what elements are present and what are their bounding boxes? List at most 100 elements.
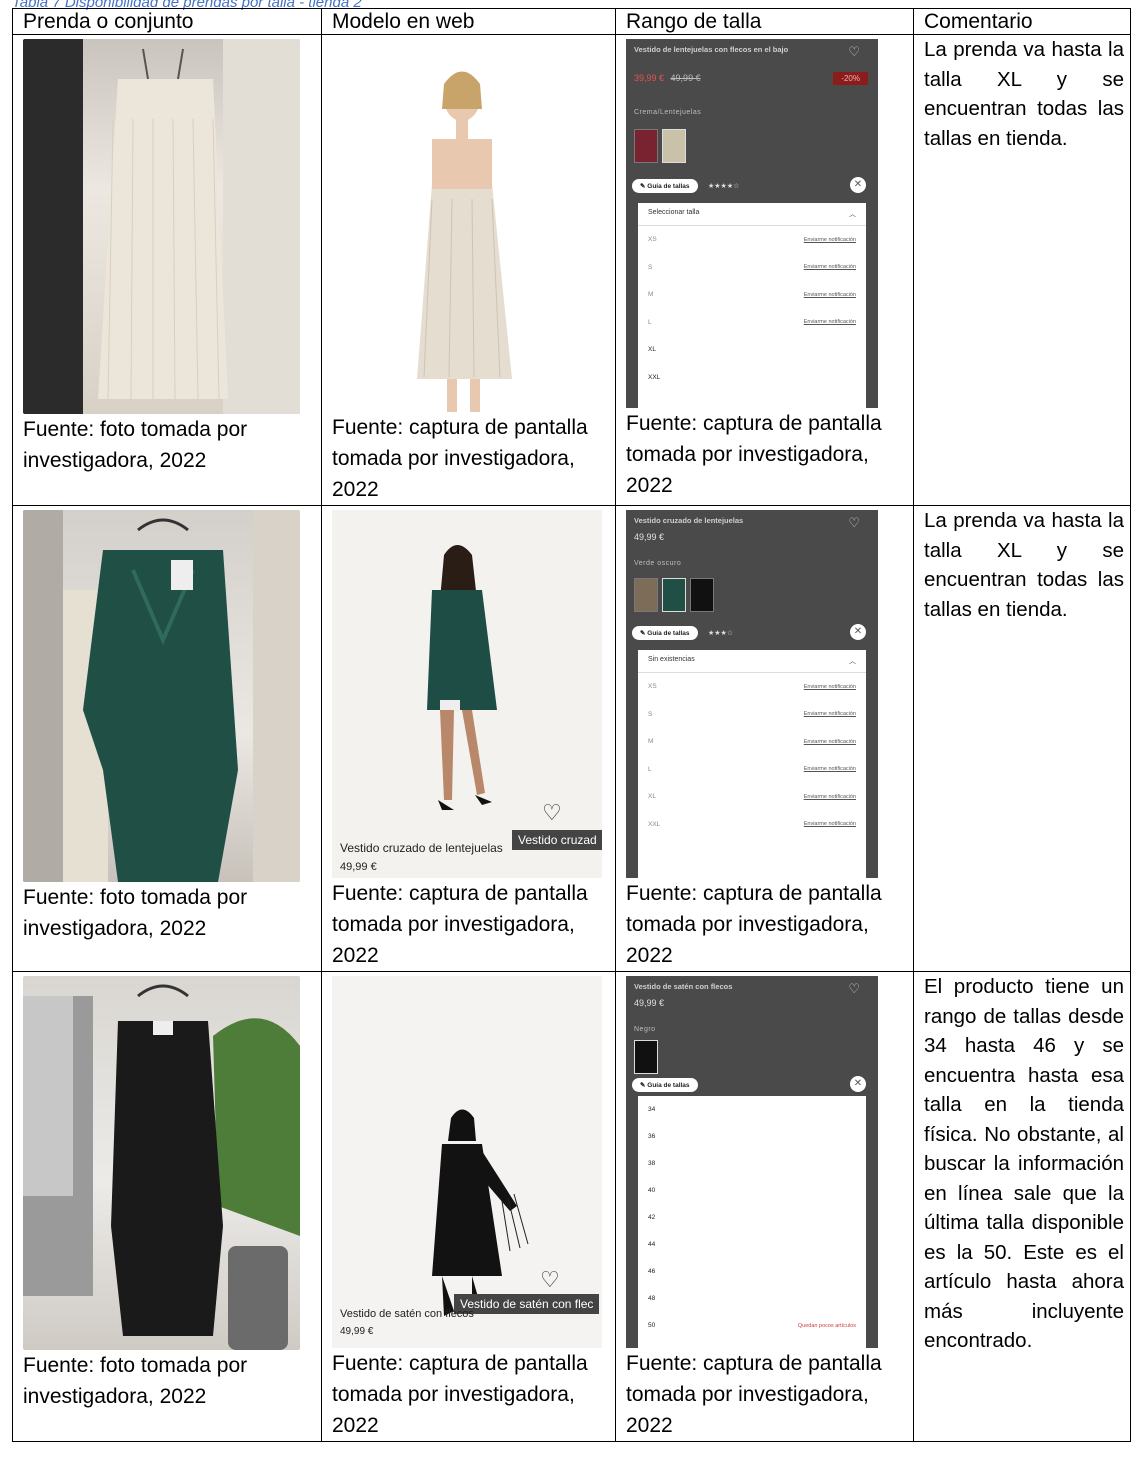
product-price: 39,99 € 49,99 € xyxy=(634,73,701,83)
model-image: ♡ Vestido de satén con flec Vestido de s… xyxy=(332,976,602,1348)
model-cell: ♡ Vestido cruzad Vestido cruzado de lent… xyxy=(321,505,616,972)
size-row[interactable]: 36 xyxy=(638,1123,866,1150)
size-row[interactable]: 48 xyxy=(638,1285,866,1312)
store-photo xyxy=(23,976,300,1350)
table-row: Fuente: foto tomada por investigadora, 2… xyxy=(12,34,1131,506)
size-row[interactable]: M Enviarme notificación xyxy=(638,728,866,756)
garment-cell: Fuente: foto tomada por investigadora, 2… xyxy=(12,34,322,506)
size-range-source: Fuente: captura de pantalla tomada por i… xyxy=(626,1352,882,1437)
model-caption: Vestido de satén con flecos xyxy=(340,1308,474,1320)
garment-source: Fuente: foto tomada por investigadora, 2… xyxy=(23,886,248,940)
size-panel-header[interactable]: Sin existencias ︿ xyxy=(638,650,866,673)
model-caption: Vestido cruzado de lentejuelas xyxy=(340,841,503,855)
chevron-up-icon: ︿ xyxy=(849,658,856,665)
availability-table: Prenda o conjunto Modelo en web Rango de… xyxy=(12,8,1131,1442)
size-panel: Sin existencias ︿ XS Enviarme notificación… xyxy=(638,650,866,878)
size-row[interactable]: XS Enviarme notificación xyxy=(638,673,866,701)
header-web-model: Modelo en web xyxy=(321,8,616,35)
product-title: Vestido de lentejuelas con flecos en el … xyxy=(634,45,789,54)
heart-icon[interactable]: ♡ xyxy=(542,800,562,826)
size-row[interactable]: S Enviarme notificación xyxy=(638,701,866,729)
model-cell: ♡ Vestido de satén con flec Vestido de s… xyxy=(321,971,616,1442)
size-range-cell: Vestido de satén con flecos ♡ 49,99 € Ne… xyxy=(615,971,914,1442)
product-title: Vestido cruzado de lentejuelas xyxy=(634,516,744,525)
store-photo xyxy=(23,39,300,414)
store-photo xyxy=(23,510,300,882)
size-panel: Seleccionar talla ︿ XS Enviarme notificaci… xyxy=(638,203,866,408)
size-row[interactable]: L Enviarme notificación xyxy=(638,756,866,784)
old-price: 49,99 € xyxy=(670,73,701,83)
garment-source: Fuente: foto tomada por investigadora, 2… xyxy=(23,418,248,472)
product-price: 49,99 € xyxy=(634,998,665,1008)
size-row[interactable]: 50 Quedan pocos artículos xyxy=(638,1312,866,1339)
table-row: Fuente: foto tomada por investigadora, 2… xyxy=(12,505,1131,972)
fringe-dress-store-image xyxy=(23,39,300,414)
heart-icon[interactable]: ♡ xyxy=(848,44,860,60)
size-panel-header[interactable]: Seleccionar talla ︿ xyxy=(638,203,866,226)
model-price: 49,99 € xyxy=(340,861,377,873)
sale-price: 39,99 € xyxy=(634,73,665,83)
size-row[interactable]: 40 xyxy=(638,1177,866,1204)
size-row[interactable]: XXL xyxy=(638,364,866,392)
header-size-range: Rango de talla xyxy=(615,8,914,35)
chevron-up-icon: ︿ xyxy=(849,211,856,218)
shop-screenshot: Vestido de satén con flecos ♡ 49,99 € Ne… xyxy=(626,976,878,1348)
color-label: Verde oscuro xyxy=(634,560,682,567)
black-satin-dress-model-image xyxy=(332,976,602,1348)
size-guide-button[interactable]: ✎ Guía de tallas xyxy=(632,626,698,640)
comment-cell: La prenda va hasta la talla XL y se encu… xyxy=(913,505,1131,972)
color-swatch[interactable] xyxy=(690,578,714,612)
table-header-row: Prenda o conjunto Modelo en web Rango de… xyxy=(12,8,1131,35)
close-icon[interactable]: ✕ xyxy=(850,624,866,640)
color-swatch-selected[interactable] xyxy=(662,578,686,612)
header-comment: Comentario xyxy=(913,8,1131,35)
color-swatch[interactable] xyxy=(634,578,658,612)
model-price: 49,99 € xyxy=(340,1326,374,1337)
size-range-source: Fuente: captura de pantalla tomada por i… xyxy=(626,882,882,967)
heart-icon[interactable]: ♡ xyxy=(848,515,860,531)
size-row[interactable]: XS Enviarme notificación xyxy=(638,226,866,254)
close-icon[interactable]: ✕ xyxy=(850,177,866,193)
size-row[interactable]: L Enviarme notificación xyxy=(638,309,866,337)
color-swatch-selected[interactable] xyxy=(662,129,686,163)
size-row[interactable]: XXL Enviarme notificación xyxy=(638,811,866,839)
size-range-source: Fuente: captura de pantalla tomada por i… xyxy=(626,412,882,497)
size-panel: 34 36 38 40 42 44 46 48 50 Quedan pocos a… xyxy=(638,1096,866,1348)
color-swatch-selected[interactable] xyxy=(634,1040,658,1074)
garment-cell: Fuente: foto tomada por investigadora, 2… xyxy=(12,971,322,1442)
size-guide-button[interactable]: ✎ Guía de tallas xyxy=(632,179,698,193)
tooltip: Vestido cruzad xyxy=(512,830,602,850)
size-row[interactable]: 42 xyxy=(638,1204,866,1231)
green-sequin-dress-store-image xyxy=(23,510,300,882)
color-label: Crema/Lentejuelas xyxy=(634,109,702,116)
black-satin-dress-store-image xyxy=(23,984,300,1350)
model-image: ♡ Vestido cruzad Vestido cruzado de lent… xyxy=(332,510,602,878)
color-swatch[interactable] xyxy=(634,129,658,163)
discount-badge: -20% xyxy=(833,72,868,85)
size-row[interactable]: XL xyxy=(638,336,866,364)
close-icon[interactable]: ✕ xyxy=(850,1076,866,1092)
comment-cell: La prenda va hasta la talla XL y se encu… xyxy=(913,34,1131,506)
garment-source: Fuente: foto tomada por investigadora, 2… xyxy=(23,1354,248,1408)
heart-icon[interactable]: ♡ xyxy=(540,1267,560,1293)
shop-screenshot: Vestido cruzado de lentejuelas ♡ 49,99 €… xyxy=(626,510,878,878)
tooltip: Vestido de satén con flec xyxy=(454,1294,600,1314)
size-guide-button[interactable]: ✎ Guía de tallas xyxy=(632,1078,698,1092)
size-row[interactable]: 38 xyxy=(638,1150,866,1177)
table-row: Fuente: foto tomada por investigadora, 2… xyxy=(12,971,1131,1442)
size-row[interactable]: S Enviarme notificación xyxy=(638,254,866,282)
comment-cell: El producto tiene un rango de tallas des… xyxy=(913,971,1131,1442)
rating-stars-icon: ★★★★☆ xyxy=(708,183,740,190)
size-range-cell: Vestido cruzado de lentejuelas ♡ 49,99 €… xyxy=(615,505,914,972)
model-cell: Fuente: captura de pantalla tomada por i… xyxy=(321,34,616,506)
size-row[interactable]: M Enviarme notificación xyxy=(638,281,866,309)
model-source: Fuente: captura de pantalla tomada por i… xyxy=(332,882,588,967)
size-row[interactable]: XL Enviarme notificación xyxy=(638,783,866,811)
heart-icon[interactable]: ♡ xyxy=(848,981,860,997)
model-image xyxy=(332,39,602,412)
size-row[interactable]: 44 xyxy=(638,1231,866,1258)
size-row[interactable]: 46 xyxy=(638,1258,866,1285)
product-price: 49,99 € xyxy=(634,532,665,542)
size-row[interactable]: 34 xyxy=(638,1096,866,1123)
fringe-dress-model-image xyxy=(417,71,512,412)
